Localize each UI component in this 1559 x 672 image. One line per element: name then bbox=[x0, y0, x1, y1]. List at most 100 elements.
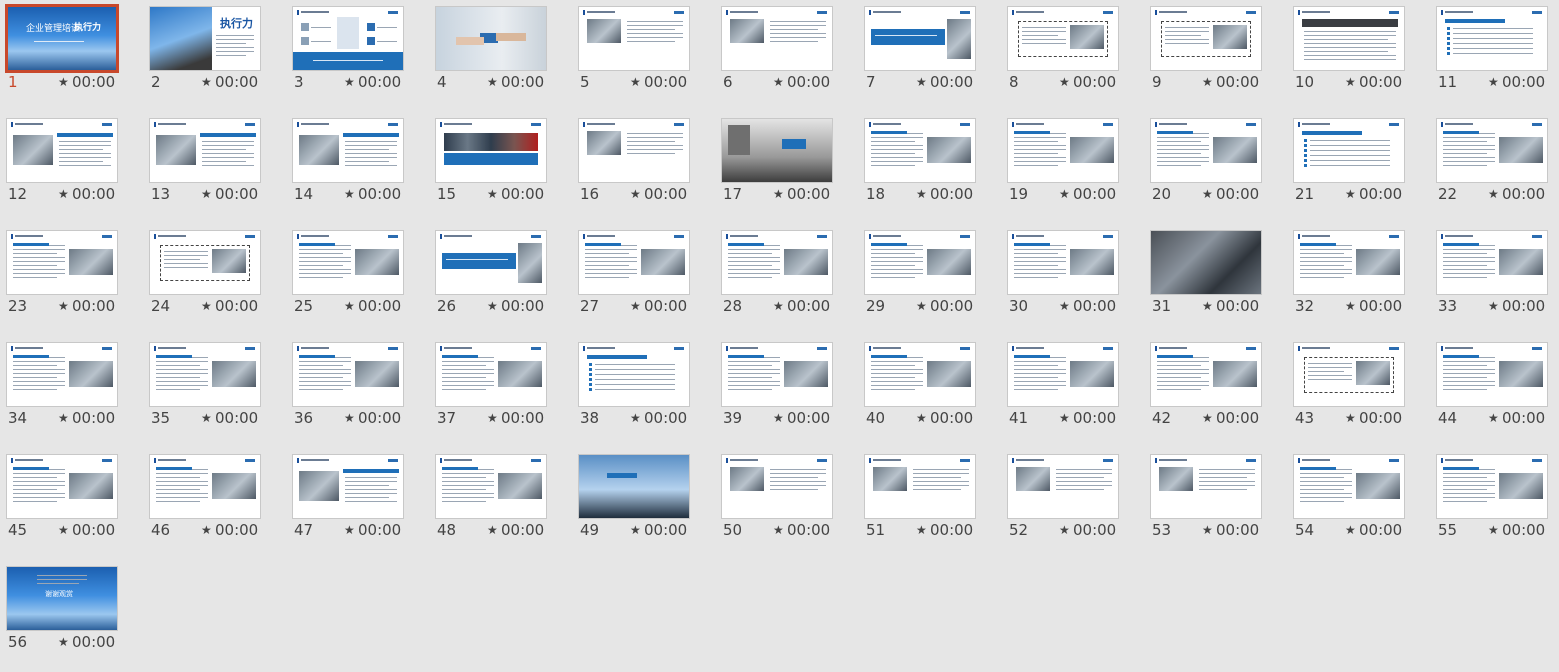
slide-preview[interactable] bbox=[435, 118, 547, 183]
slide-preview[interactable] bbox=[292, 230, 404, 295]
slide-preview[interactable] bbox=[1150, 118, 1262, 183]
slide-preview[interactable] bbox=[1436, 230, 1548, 295]
slide-thumbnail-14[interactable]: 14 ★ 00:00 bbox=[286, 112, 429, 224]
slide-thumbnail-19[interactable]: 19 ★ 00:00 bbox=[1001, 112, 1144, 224]
slide-thumbnail-42[interactable]: 42 ★ 00:00 bbox=[1144, 336, 1287, 448]
slide-thumbnail-48[interactable]: 48 ★ 00:00 bbox=[429, 448, 572, 560]
slide-thumbnail-31[interactable]: 31 ★ 00:00 bbox=[1144, 224, 1287, 336]
slide-preview[interactable] bbox=[1150, 454, 1262, 519]
slide-thumbnail-34[interactable]: 34 ★ 00:00 bbox=[0, 336, 143, 448]
slide-thumbnail-21[interactable]: 21 ★ 00:00 bbox=[1287, 112, 1430, 224]
slide-preview[interactable] bbox=[1007, 454, 1119, 519]
slide-preview[interactable]: 执行力 bbox=[149, 6, 261, 71]
slide-preview[interactable] bbox=[6, 454, 118, 519]
slide-thumbnail-4[interactable]: 4 ★ 00:00 bbox=[429, 0, 572, 112]
slide-preview[interactable] bbox=[292, 118, 404, 183]
slide-preview[interactable] bbox=[1293, 6, 1405, 71]
slide-thumbnail-3[interactable]: 3 ★ 00:00 bbox=[286, 0, 429, 112]
slide-thumbnail-20[interactable]: 20 ★ 00:00 bbox=[1144, 112, 1287, 224]
slide-thumbnail-38[interactable]: 38 ★ 00:00 bbox=[572, 336, 715, 448]
slide-preview[interactable] bbox=[721, 342, 833, 407]
slide-thumbnail-40[interactable]: 40 ★ 00:00 bbox=[858, 336, 1001, 448]
slide-thumbnail-49[interactable]: 49 ★ 00:00 bbox=[572, 448, 715, 560]
slide-thumbnail-45[interactable]: 45 ★ 00:00 bbox=[0, 448, 143, 560]
slide-thumbnail-56[interactable]: 谢谢观赏 56 ★ 00:00 bbox=[0, 560, 143, 672]
slide-preview[interactable]: 企业管理培训 执行力 bbox=[5, 4, 119, 73]
slide-thumbnail-18[interactable]: 18 ★ 00:00 bbox=[858, 112, 1001, 224]
slide-preview[interactable] bbox=[435, 454, 547, 519]
slide-preview[interactable] bbox=[1007, 6, 1119, 71]
slide-thumbnail-5[interactable]: 5 ★ 00:00 bbox=[572, 0, 715, 112]
slide-preview[interactable] bbox=[721, 6, 833, 71]
slide-thumbnail-15[interactable]: 15 ★ 00:00 bbox=[429, 112, 572, 224]
slide-preview[interactable] bbox=[435, 342, 547, 407]
slide-thumbnail-17[interactable]: 17 ★ 00:00 bbox=[715, 112, 858, 224]
slide-thumbnail-52[interactable]: 52 ★ 00:00 bbox=[1001, 448, 1144, 560]
slide-thumbnail-27[interactable]: 27 ★ 00:00 bbox=[572, 224, 715, 336]
slide-preview[interactable] bbox=[721, 454, 833, 519]
slide-preview[interactable] bbox=[1293, 342, 1405, 407]
slide-thumbnail-7[interactable]: 7 ★ 00:00 bbox=[858, 0, 1001, 112]
slide-thumbnail-1[interactable]: 企业管理培训 执行力 1 ★ 00:00 bbox=[0, 0, 143, 112]
slide-preview[interactable] bbox=[292, 454, 404, 519]
slide-preview[interactable] bbox=[149, 342, 261, 407]
slide-thumbnail-29[interactable]: 29 ★ 00:00 bbox=[858, 224, 1001, 336]
slide-thumbnail-23[interactable]: 23 ★ 00:00 bbox=[0, 224, 143, 336]
slide-preview[interactable] bbox=[721, 118, 833, 183]
slide-preview[interactable] bbox=[864, 342, 976, 407]
slide-thumbnail-13[interactable]: 13 ★ 00:00 bbox=[143, 112, 286, 224]
slide-preview[interactable] bbox=[1436, 118, 1548, 183]
slide-thumbnail-47[interactable]: 47 ★ 00:00 bbox=[286, 448, 429, 560]
slide-thumbnail-37[interactable]: 37 ★ 00:00 bbox=[429, 336, 572, 448]
slide-preview[interactable] bbox=[578, 454, 690, 519]
slide-thumbnail-41[interactable]: 41 ★ 00:00 bbox=[1001, 336, 1144, 448]
slide-preview[interactable] bbox=[1007, 230, 1119, 295]
slide-preview[interactable] bbox=[1150, 342, 1262, 407]
slide-thumbnail-2[interactable]: 执行力 2 ★ 00:00 bbox=[143, 0, 286, 112]
slide-thumbnail-9[interactable]: 9 ★ 00:00 bbox=[1144, 0, 1287, 112]
slide-preview[interactable] bbox=[149, 454, 261, 519]
slide-thumbnail-30[interactable]: 30 ★ 00:00 bbox=[1001, 224, 1144, 336]
slide-thumbnail-32[interactable]: 32 ★ 00:00 bbox=[1287, 224, 1430, 336]
slide-preview[interactable] bbox=[6, 342, 118, 407]
slide-thumbnail-12[interactable]: 12 ★ 00:00 bbox=[0, 112, 143, 224]
slide-thumbnail-28[interactable]: 28 ★ 00:00 bbox=[715, 224, 858, 336]
slide-preview[interactable] bbox=[864, 6, 976, 71]
slide-preview[interactable] bbox=[292, 342, 404, 407]
slide-preview[interactable] bbox=[578, 230, 690, 295]
slide-thumbnail-35[interactable]: 35 ★ 00:00 bbox=[143, 336, 286, 448]
slide-preview[interactable] bbox=[1293, 454, 1405, 519]
slide-thumbnail-33[interactable]: 33 ★ 00:00 bbox=[1430, 224, 1559, 336]
slide-thumbnail-46[interactable]: 46 ★ 00:00 bbox=[143, 448, 286, 560]
slide-preview[interactable] bbox=[435, 230, 547, 295]
slide-thumbnail-26[interactable]: 26 ★ 00:00 bbox=[429, 224, 572, 336]
slide-thumbnail-50[interactable]: 50 ★ 00:00 bbox=[715, 448, 858, 560]
slide-preview[interactable] bbox=[1293, 230, 1405, 295]
slide-thumbnail-11[interactable]: 11 ★ 00:00 bbox=[1430, 0, 1559, 112]
slide-preview[interactable] bbox=[435, 6, 547, 71]
slide-preview[interactable] bbox=[6, 230, 118, 295]
slide-preview[interactable] bbox=[578, 6, 690, 71]
slide-preview[interactable] bbox=[1150, 6, 1262, 71]
slide-preview[interactable] bbox=[721, 230, 833, 295]
slide-thumbnail-24[interactable]: 24 ★ 00:00 bbox=[143, 224, 286, 336]
slide-thumbnail-55[interactable]: 55 ★ 00:00 bbox=[1430, 448, 1559, 560]
slide-thumbnail-8[interactable]: 8 ★ 00:00 bbox=[1001, 0, 1144, 112]
slide-preview[interactable] bbox=[578, 342, 690, 407]
slide-thumbnail-54[interactable]: 54 ★ 00:00 bbox=[1287, 448, 1430, 560]
slide-thumbnail-16[interactable]: 16 ★ 00:00 bbox=[572, 112, 715, 224]
slide-preview[interactable] bbox=[578, 118, 690, 183]
slide-thumbnail-39[interactable]: 39 ★ 00:00 bbox=[715, 336, 858, 448]
slide-preview[interactable] bbox=[1436, 454, 1548, 519]
slide-preview[interactable] bbox=[149, 230, 261, 295]
slide-thumbnail-22[interactable]: 22 ★ 00:00 bbox=[1430, 112, 1559, 224]
slide-thumbnail-36[interactable]: 36 ★ 00:00 bbox=[286, 336, 429, 448]
slide-preview[interactable] bbox=[864, 454, 976, 519]
slide-preview[interactable] bbox=[1150, 230, 1262, 295]
slide-preview[interactable]: 谢谢观赏 bbox=[6, 566, 118, 631]
slide-preview[interactable] bbox=[864, 230, 976, 295]
slide-thumbnail-10[interactable]: 10 ★ 00:00 bbox=[1287, 0, 1430, 112]
slide-thumbnail-43[interactable]: 43 ★ 00:00 bbox=[1287, 336, 1430, 448]
slide-preview[interactable] bbox=[6, 118, 118, 183]
slide-preview[interactable] bbox=[292, 6, 404, 71]
